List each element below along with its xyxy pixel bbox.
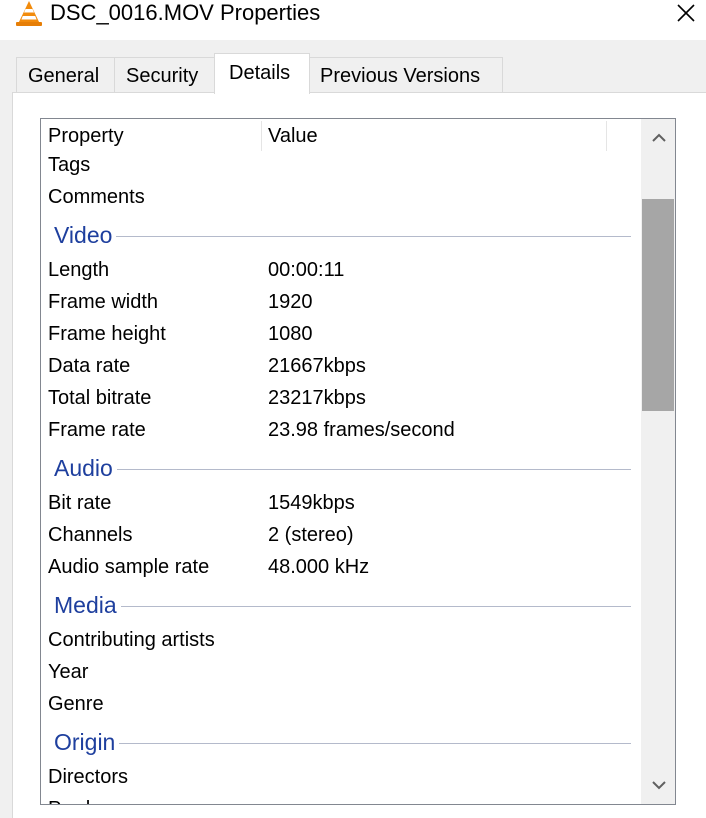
property-value: 23217kbps xyxy=(268,387,366,409)
list-item[interactable]: Channels 2 (stereo) xyxy=(41,519,639,551)
group-divider xyxy=(54,606,631,607)
tab-details[interactable]: Details xyxy=(214,53,310,94)
list-item[interactable]: Frame height 1080 xyxy=(41,318,639,350)
property-value: 23.98 frames/second xyxy=(268,419,455,441)
tab-label: Details xyxy=(229,62,291,84)
group-divider xyxy=(54,743,631,744)
property-name: Total bitrate xyxy=(48,387,152,409)
list-item[interactable]: Comments xyxy=(41,181,639,213)
property-name: Data rate xyxy=(48,355,131,377)
list-item[interactable]: Directors xyxy=(41,761,639,793)
property-value: 1920 xyxy=(268,291,313,313)
group-title: Video xyxy=(54,217,117,253)
window-title: DSC_0016.MOV Properties xyxy=(50,0,321,25)
scroll-up-button[interactable] xyxy=(641,119,675,157)
scrollbar-thumb[interactable] xyxy=(642,199,674,411)
list-item[interactable]: Data rate 21667kbps xyxy=(41,350,639,382)
group-divider xyxy=(54,469,631,470)
property-value: 21667kbps xyxy=(268,355,366,377)
list-item[interactable]: Contributing artists xyxy=(41,624,639,656)
list-item[interactable]: Total bitrate 23217kbps xyxy=(41,382,639,414)
property-name: Year xyxy=(48,661,89,683)
property-value: 00:00:11 xyxy=(268,259,345,281)
list-item[interactable]: Frame width 1920 xyxy=(41,286,639,318)
group-header-audio: Audio xyxy=(41,450,639,486)
chevron-down-icon xyxy=(651,781,666,790)
list-item[interactable]: Frame rate 23.98 frames/second xyxy=(41,414,639,446)
close-button[interactable] xyxy=(666,0,706,26)
property-name: Frame height xyxy=(48,323,166,345)
property-name: Directors xyxy=(48,766,129,788)
list-item[interactable]: Audio sample rate 48.000 kHz xyxy=(41,551,639,583)
column-separator[interactable] xyxy=(606,121,607,151)
property-value: 1549kbps xyxy=(268,492,355,514)
scroll-down-button[interactable] xyxy=(641,766,675,804)
tab-previous-versions[interactable]: Previous Versions xyxy=(308,57,503,93)
property-name: Genre xyxy=(48,693,104,715)
property-name: Channels xyxy=(48,524,133,546)
tab-security[interactable]: Security xyxy=(114,57,215,93)
list-item[interactable]: Length 00:00:11 xyxy=(41,254,639,286)
close-icon xyxy=(677,4,695,22)
property-name: Tags xyxy=(48,154,91,176)
group-title: Audio xyxy=(54,450,117,486)
list-item[interactable]: Producers xyxy=(41,793,639,804)
property-name: Frame width xyxy=(48,291,159,313)
column-header-property[interactable]: Property xyxy=(48,119,260,151)
property-value: 1080 xyxy=(268,323,313,345)
title-bar: DSC_0016.MOV Properties xyxy=(0,0,706,40)
property-value: 2 (stereo) xyxy=(268,524,354,546)
property-name: Frame rate xyxy=(48,419,146,441)
list-item[interactable]: Bit rate 1549kbps xyxy=(41,487,639,519)
list-item[interactable]: Year xyxy=(41,656,639,688)
property-name: Contributing artists xyxy=(48,629,215,651)
group-header-media: Media xyxy=(41,587,639,623)
group-title: Media xyxy=(54,587,121,623)
property-name: Audio sample rate xyxy=(48,556,210,578)
chevron-up-icon xyxy=(651,133,666,142)
tab-label: General xyxy=(28,65,100,87)
group-header-video: Video xyxy=(41,217,639,253)
property-name: Bit rate xyxy=(48,492,112,514)
property-value: 48.000 kHz xyxy=(268,556,370,578)
column-header-value[interactable]: Value xyxy=(268,119,608,151)
vlc-cone-icon xyxy=(16,1,42,26)
tab-label: Security xyxy=(126,65,199,87)
group-divider xyxy=(54,236,631,237)
property-name: Comments xyxy=(48,186,145,208)
group-title: Origin xyxy=(54,724,120,760)
tab-general[interactable]: General xyxy=(16,57,115,93)
list-item[interactable]: Genre xyxy=(41,688,639,720)
list-item[interactable]: Tags xyxy=(41,149,639,181)
tab-label: Previous Versions xyxy=(320,65,481,87)
group-header-origin: Origin xyxy=(41,724,639,760)
property-name: Length xyxy=(48,259,110,281)
details-list[interactable]: Property Value Tags Comments Video Lengt… xyxy=(40,118,676,805)
property-name: Producers xyxy=(48,793,139,804)
column-separator[interactable] xyxy=(261,121,262,151)
vertical-scrollbar[interactable] xyxy=(641,119,675,804)
